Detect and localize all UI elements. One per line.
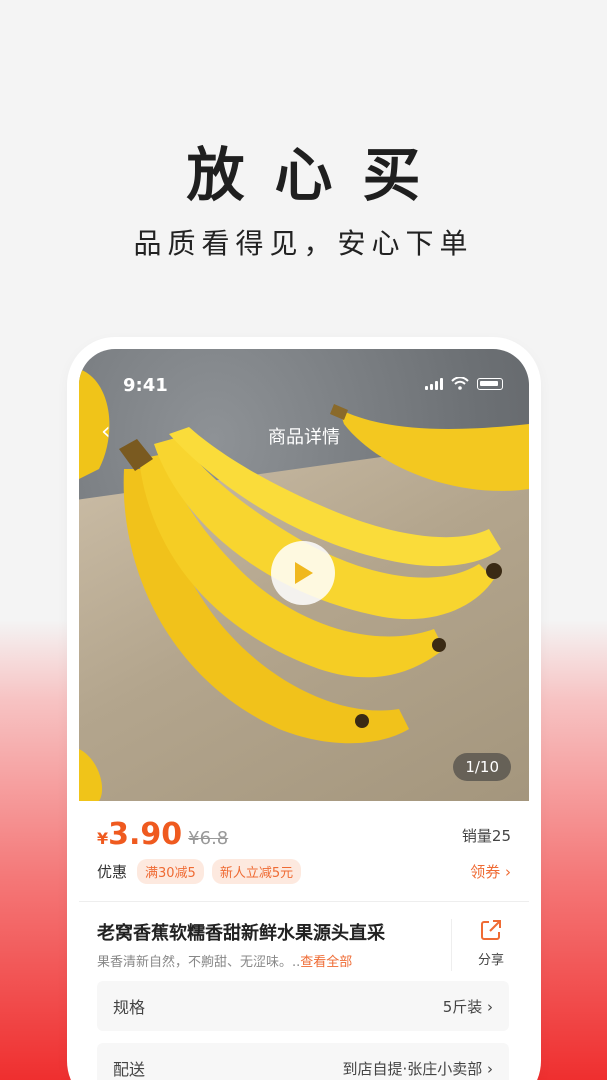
play-button[interactable] bbox=[271, 541, 335, 605]
product-media[interactable]: 9:41 ‹ 商品详情 1/10 bbox=[79, 349, 529, 801]
signal-icon bbox=[425, 377, 443, 390]
original-price: ¥6.8 bbox=[188, 828, 229, 849]
status-icons bbox=[425, 377, 503, 390]
battery-icon bbox=[477, 377, 503, 390]
promo-label: 优惠 bbox=[97, 863, 128, 881]
spec-row[interactable]: 规格 5斤装 › bbox=[97, 981, 509, 1031]
divider bbox=[79, 901, 529, 902]
delivery-row[interactable]: 配送 到店自提·张庄小卖部 › bbox=[97, 1043, 509, 1080]
status-time: 9:41 bbox=[123, 375, 168, 396]
view-all-link[interactable]: 查看全部 bbox=[300, 955, 352, 970]
hero-title: 放心买 bbox=[186, 141, 451, 209]
promo-tag: 新人立减5元 bbox=[211, 859, 302, 884]
hero-subtitle: 品质看得见，安心下单 bbox=[133, 227, 474, 260]
image-counter: 1/10 bbox=[453, 753, 511, 781]
delivery-label: 配送 bbox=[113, 1060, 146, 1079]
price-row: ¥ 3.90 ¥6.8 bbox=[97, 817, 228, 852]
vertical-divider bbox=[451, 919, 452, 971]
current-price: 3.90 bbox=[108, 817, 183, 852]
promo-row: 优惠 满30减5 新人立减5元 bbox=[97, 859, 302, 884]
promo-tag: 满30减5 bbox=[137, 859, 204, 884]
description-text: 果香清新自然，不齁甜、无涩味。.. bbox=[97, 955, 301, 970]
share-icon bbox=[481, 920, 501, 940]
share-label: 分享 bbox=[477, 953, 504, 968]
play-icon bbox=[295, 562, 313, 584]
coupon-link[interactable]: 领券 › bbox=[470, 861, 511, 882]
spec-label: 规格 bbox=[113, 998, 146, 1017]
page-title: 商品详情 bbox=[268, 427, 340, 448]
spec-value: 5斤装 › bbox=[442, 997, 493, 1016]
product-name: 老窝香蕉软糯香甜新鲜水果源头直采 bbox=[97, 923, 385, 944]
product-description: 果香清新自然，不齁甜、无涩味。..查看全部 bbox=[97, 951, 427, 970]
phone-frame: 9:41 ‹ 商品详情 1/10 ¥ 3.90 ¥6.8 销量25 优惠 满30… bbox=[73, 343, 535, 1080]
share-button[interactable]: 分享 bbox=[467, 919, 515, 968]
currency-symbol: ¥ bbox=[97, 829, 109, 848]
sales-count: 销量25 bbox=[461, 827, 511, 845]
delivery-value: 到店自提·张庄小卖部 › bbox=[342, 1059, 493, 1078]
wifi-icon bbox=[451, 377, 469, 390]
